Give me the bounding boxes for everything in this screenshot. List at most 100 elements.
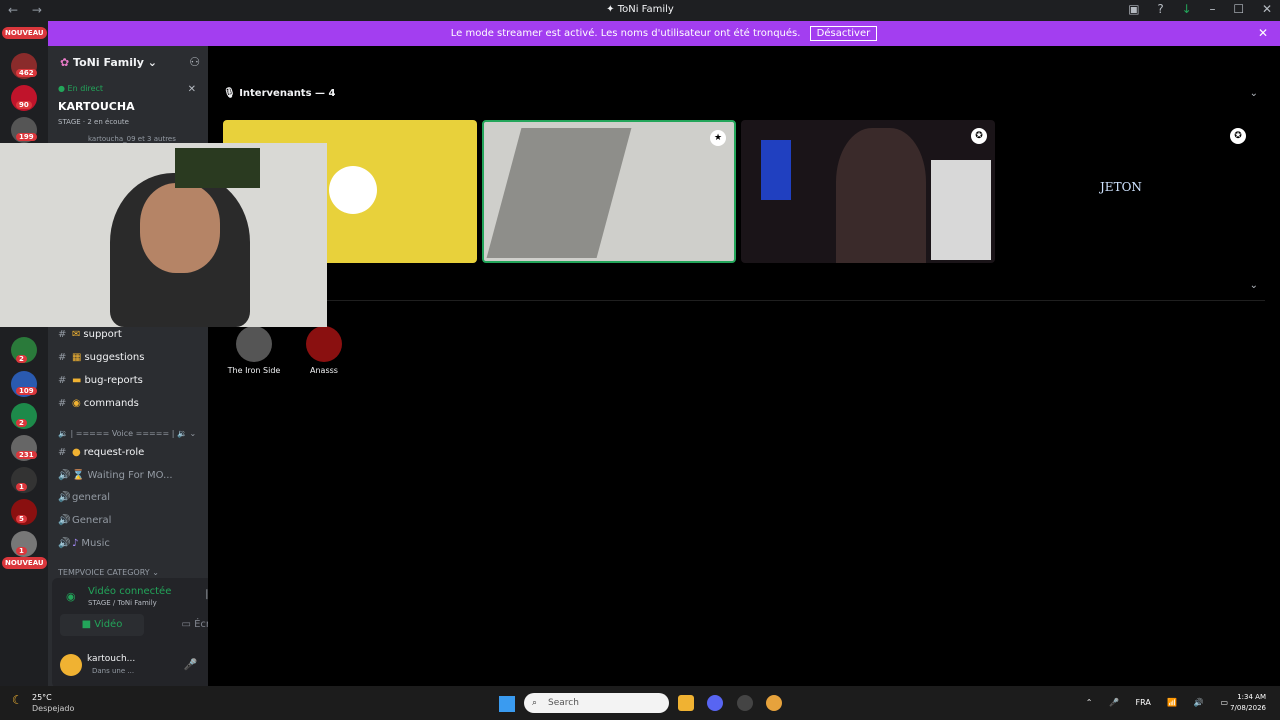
voice-channel-general-2[interactable]: 🔊 General: [58, 515, 208, 531]
video-button[interactable]: ■ Vidéo: [60, 614, 144, 636]
chrome-icon[interactable]: [766, 695, 782, 711]
speaker-tile[interactable]: JETON ✪: [1000, 120, 1254, 263]
voice-category[interactable]: 🔉 | ===== Voice ===== | 🔉 ⌄: [58, 429, 196, 438]
weather-widget[interactable]: ☾ 25°C Despejado: [12, 693, 74, 713]
channel-label: support: [83, 329, 122, 340]
windows-start-icon[interactable]: [499, 696, 515, 712]
disable-streamer-button[interactable]: Désactiver: [809, 26, 878, 41]
channel-bug-reports[interactable]: # ▬ bug-reports: [58, 375, 208, 391]
mention-badge: 109: [16, 387, 37, 395]
microphone-icon[interactable]: 🎤: [1109, 698, 1119, 707]
weather-condition: Despejado: [32, 704, 75, 713]
maximize-icon[interactable]: ☐: [1233, 2, 1244, 16]
inbox-icon[interactable]: ▣: [1128, 2, 1139, 16]
minimize-icon[interactable]: –: [1210, 2, 1216, 16]
channel-label: Waiting For MO...: [87, 470, 173, 481]
guild-header[interactable]: ✿ ToNi Family ⌄ ⚇: [48, 46, 208, 78]
discord-icon[interactable]: [707, 695, 723, 711]
chevron-down-icon[interactable]: ⌄: [1250, 88, 1258, 99]
microphone-icon: 🎙: [223, 88, 240, 99]
stage-main: 🎙 Intervenants — 4 ⌄ ★ ✪ JETON ✪ ⌄ The I…: [208, 46, 1280, 686]
channel-emoji: ●: [72, 447, 81, 458]
time: 1:34 AM: [1237, 693, 1266, 701]
video-feed: [836, 128, 926, 263]
channel-emoji: ▦: [72, 352, 82, 363]
audience-member[interactable]: The Iron Side: [224, 326, 284, 375]
speaker-icon: 🔉: [58, 429, 68, 438]
mention-badge: 462: [16, 69, 37, 77]
wifi-icon[interactable]: 📶: [1167, 698, 1177, 707]
close-icon[interactable]: ✕: [1262, 2, 1272, 16]
channel-suggestions[interactable]: # ▦ suggestions: [58, 352, 208, 368]
close-icon[interactable]: ✕: [1258, 21, 1268, 46]
channel-commands[interactable]: # ◉ commands: [58, 398, 208, 414]
signal-icon: ◉: [66, 590, 76, 603]
file-explorer-icon[interactable]: [678, 695, 694, 711]
guild-name[interactable]: ✿ ToNi Family ⌄: [60, 56, 157, 69]
mention-badge: 2: [16, 419, 27, 427]
speaker-icon: 🔉: [176, 429, 187, 438]
server-rail: NOUVEAU 462 90 199 2 109 2 231 1 5 1 NOU…: [0, 21, 48, 686]
language-indicator[interactable]: FRA: [1136, 698, 1151, 707]
tempvoice-category[interactable]: TEMPVOICE CATEGORY ⌄: [58, 568, 159, 577]
avatar: [236, 326, 272, 362]
voice-status[interactable]: Vidéo connectée: [88, 586, 171, 597]
mention-badge: 90: [16, 101, 32, 109]
mention-badge: 1: [16, 483, 27, 491]
clock[interactable]: 1:34 AM 7/08/2026: [1230, 692, 1266, 714]
battery-icon[interactable]: ▭: [1220, 698, 1228, 707]
moderator-shield-icon: ✪: [1230, 128, 1246, 144]
speaker-tile[interactable]: ★: [482, 120, 736, 263]
voice-channel-general[interactable]: 🔊 general: [58, 492, 208, 508]
divider: [223, 300, 1265, 301]
voice-channel-music[interactable]: 🔊 ♪ Music: [58, 538, 208, 554]
channel-support[interactable]: # ✉ support: [58, 329, 208, 345]
search-input[interactable]: ⌕ Search: [524, 693, 669, 713]
speaker-icon: 🔊: [58, 538, 71, 549]
avatar[interactable]: [60, 654, 82, 676]
audience-member[interactable]: Anasss: [294, 326, 354, 375]
audience-name: Anasss: [310, 366, 338, 375]
channel-label: request-role: [83, 447, 145, 458]
video-feed: [486, 128, 632, 258]
audience-name: The Iron Side: [227, 366, 281, 375]
chevron-down-icon: ⌄: [189, 429, 197, 438]
mention-badge: 199: [16, 133, 37, 141]
temperature: 25°C: [32, 693, 52, 702]
channel-request-role[interactable]: # ● request-role: [58, 447, 208, 463]
voice-channel-waiting[interactable]: 🔊 ⌛ Waiting For MO...: [58, 470, 208, 486]
volume-icon[interactable]: 🔊: [1194, 698, 1204, 707]
download-icon[interactable]: ↓: [1182, 2, 1192, 16]
moderator-shield-icon: ✪: [971, 128, 987, 144]
banner-text: Le mode streamer est activé. Les noms d'…: [450, 28, 801, 39]
app-icon[interactable]: [737, 695, 753, 711]
search-icon: ⌕: [532, 698, 538, 708]
hash-icon: #: [58, 352, 67, 363]
hash-icon: #: [58, 329, 67, 340]
microphone-icon[interactable]: 🎤: [184, 658, 198, 671]
channel-emoji: ◉: [72, 398, 81, 409]
chevron-up-icon[interactable]: ⌃: [1086, 698, 1093, 707]
live-label: ● En direct: [58, 84, 104, 93]
stage-title[interactable]: KARTOUCHA: [58, 100, 135, 113]
close-icon[interactable]: ✕: [188, 84, 196, 95]
username[interactable]: kartouch...: [87, 654, 135, 664]
hourglass-icon: ⌛: [72, 470, 85, 481]
mention-badge: 5: [16, 515, 27, 523]
channel-label: suggestions: [84, 352, 145, 363]
hash-icon: #: [58, 398, 67, 409]
mention-badge: 2: [16, 355, 27, 363]
help-icon[interactable]: ?: [1157, 2, 1163, 16]
chevron-down-icon: ⌄: [152, 568, 159, 577]
hash-icon: #: [58, 447, 67, 458]
speaker-tile[interactable]: ✪: [741, 120, 995, 263]
new-badge: NOUVEAU: [2, 557, 47, 569]
chevron-down-icon: ⌄: [147, 56, 157, 69]
channel-emoji: ✉: [72, 329, 81, 340]
webcam-feed: [175, 148, 260, 188]
webcam-overlay: [0, 143, 327, 327]
tile-logo: JETON: [1100, 180, 1142, 194]
chevron-down-icon[interactable]: ⌄: [1250, 280, 1258, 291]
speaker-icon: 🔊: [58, 492, 71, 503]
add-member-icon[interactable]: ⚇: [189, 55, 200, 69]
